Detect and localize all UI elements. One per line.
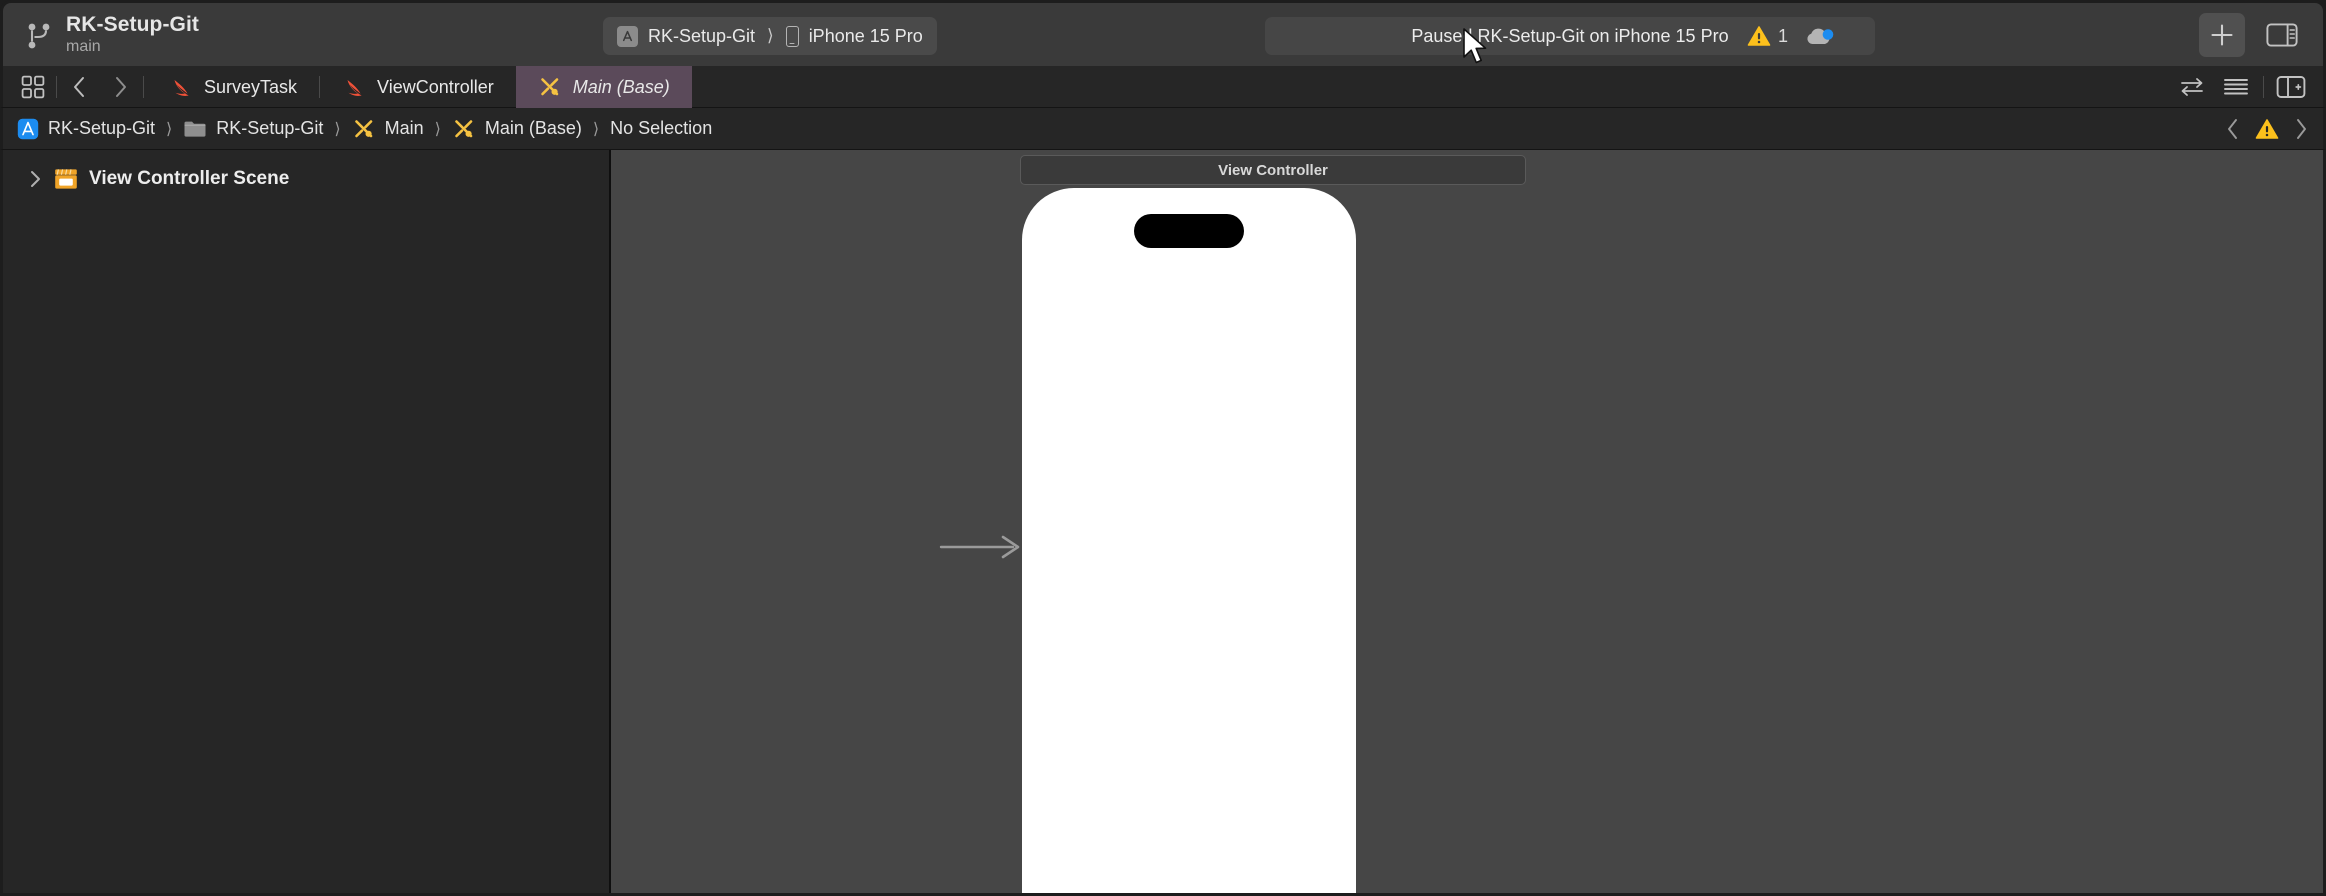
breadcrumb-item-project[interactable]: RK-Setup-Git: [17, 118, 155, 140]
editor-tab-bar: SurveyTask ViewController Main (Base): [0, 66, 2326, 108]
storyboard-canvas[interactable]: View Controller: [611, 150, 2323, 893]
breadcrumb-item-folder[interactable]: RK-Setup-Git: [183, 118, 323, 139]
chevron-right-icon[interactable]: [2293, 118, 2309, 140]
xcode-window: RK-Setup-Git main RK-Setup-Git ⟩ iPhone …: [0, 0, 2326, 896]
view-controller-label: View Controller: [1218, 161, 1328, 179]
warning-triangle-icon[interactable]: [2255, 118, 2279, 140]
breadcrumb-separator: ⟩: [166, 120, 173, 138]
breadcrumb-item-selection[interactable]: No Selection: [610, 118, 712, 139]
project-title: RK-Setup-Git: [66, 12, 200, 36]
grid-view-icon: [21, 75, 45, 98]
text-lines-icon: [2224, 79, 2248, 95]
swap-arrows-button[interactable]: [2172, 66, 2212, 108]
chevron-left-icon: [74, 76, 84, 97]
grid-view-button[interactable]: [13, 66, 53, 108]
issue-navigator-controls: [2225, 108, 2309, 150]
warning-badge[interactable]: 1: [1747, 25, 1788, 47]
toolbar: RK-Setup-Git main RK-Setup-Git ⟩ iPhone …: [0, 0, 2326, 66]
breadcrumb-label: No Selection: [610, 118, 713, 138]
breadcrumb-item-main-base[interactable]: Main (Base): [452, 117, 582, 141]
outline-item-label: View Controller Scene: [89, 168, 290, 189]
xcode-project-icon: [17, 118, 39, 139]
divider: [143, 75, 144, 98]
project-identity[interactable]: RK-Setup-Git main: [17, 12, 200, 56]
toolbar-right-controls: [2199, 13, 2305, 57]
tabbar-right-controls: [2172, 66, 2311, 108]
breadcrumb-label: RK-Setup-Git: [48, 118, 156, 138]
tab-list: SurveyTask ViewController Main (Base): [147, 66, 692, 108]
text-lines-button[interactable]: [2216, 66, 2256, 108]
chevron-left-icon[interactable]: [2225, 118, 2241, 140]
inspector-panel-icon: [2266, 23, 2298, 47]
divider: [56, 75, 57, 98]
scheme-separator: ⟩: [767, 26, 774, 45]
breadcrumb-label: RK-Setup-Git: [216, 118, 324, 138]
storyboard-icon: [455, 119, 473, 137]
scheme-name: RK-Setup-Git: [648, 25, 756, 46]
swift-file-icon: [174, 80, 189, 96]
view-controller-title-bar[interactable]: View Controller: [1020, 155, 1526, 185]
document-outline: View Controller Scene: [3, 150, 611, 893]
breadcrumb-label: Main: [384, 118, 424, 138]
tab-surveytask[interactable]: SurveyTask: [147, 66, 319, 108]
inspector-toggle-button[interactable]: [2259, 13, 2305, 57]
navigate-back-button[interactable]: [60, 66, 100, 108]
divider: [2263, 76, 2264, 98]
warning-count: 1: [1778, 25, 1789, 46]
destination-name: iPhone 15 Pro: [808, 25, 923, 46]
scheme-destination-selector[interactable]: RK-Setup-Git ⟩ iPhone 15 Pro: [603, 17, 937, 55]
branch-name: main: [66, 37, 101, 55]
chevron-right-icon: [116, 76, 126, 97]
status-indicators: 1: [1747, 17, 1836, 55]
tab-label: ViewController: [377, 76, 494, 97]
tab-main-base[interactable]: Main (Base): [515, 66, 692, 108]
storyboard-icon: [540, 78, 559, 96]
entry-point-arrow-icon: [939, 535, 1020, 559]
iphone-icon: [785, 25, 799, 47]
plus-icon: [2211, 24, 2233, 46]
swap-arrows-icon: [2181, 78, 2203, 96]
iphone-device-frame[interactable]: [1022, 188, 1356, 893]
outline-item-view-controller-scene[interactable]: View Controller Scene: [3, 162, 609, 196]
tab-label: Main (Base): [572, 76, 670, 97]
folder-icon: [184, 121, 206, 137]
dynamic-island: [1134, 214, 1244, 248]
navigate-forward-button[interactable]: [100, 66, 140, 108]
swift-file-icon: [347, 80, 362, 96]
editor-body: View Controller Scene View Controller: [0, 150, 2326, 896]
tab-viewcontroller[interactable]: ViewController: [320, 66, 516, 108]
add-editor-button[interactable]: [2271, 66, 2311, 108]
add-editor-icon: [2276, 76, 2306, 98]
breadcrumb-item-main[interactable]: Main: [352, 117, 424, 141]
tabbar-left-controls: [3, 66, 147, 107]
warning-triangle-icon: [1747, 26, 1771, 46]
cloud-sync-icon[interactable]: [1804, 24, 1836, 48]
git-branch-icon: [28, 23, 50, 48]
breadcrumb-label: Main (Base): [484, 118, 582, 138]
add-button[interactable]: [2199, 13, 2245, 57]
breadcrumb-separator: ⟩: [434, 120, 441, 138]
scene-clapperboard-icon: [55, 169, 77, 189]
app-store-icon: [617, 25, 638, 47]
breadcrumb-separator: ⟩: [334, 120, 341, 138]
status-message: Paused RK-Setup-Git on iPhone 15 Pro: [1411, 25, 1729, 46]
breadcrumb-separator: ⟩: [592, 120, 600, 138]
chevron-right-icon[interactable]: [27, 170, 43, 188]
tab-label: SurveyTask: [204, 76, 298, 97]
storyboard-icon: [354, 119, 372, 137]
jump-bar-breadcrumb: RK-Setup-Git ⟩ RK-Setup-Git ⟩ Main ⟩ Mai…: [0, 108, 2326, 150]
